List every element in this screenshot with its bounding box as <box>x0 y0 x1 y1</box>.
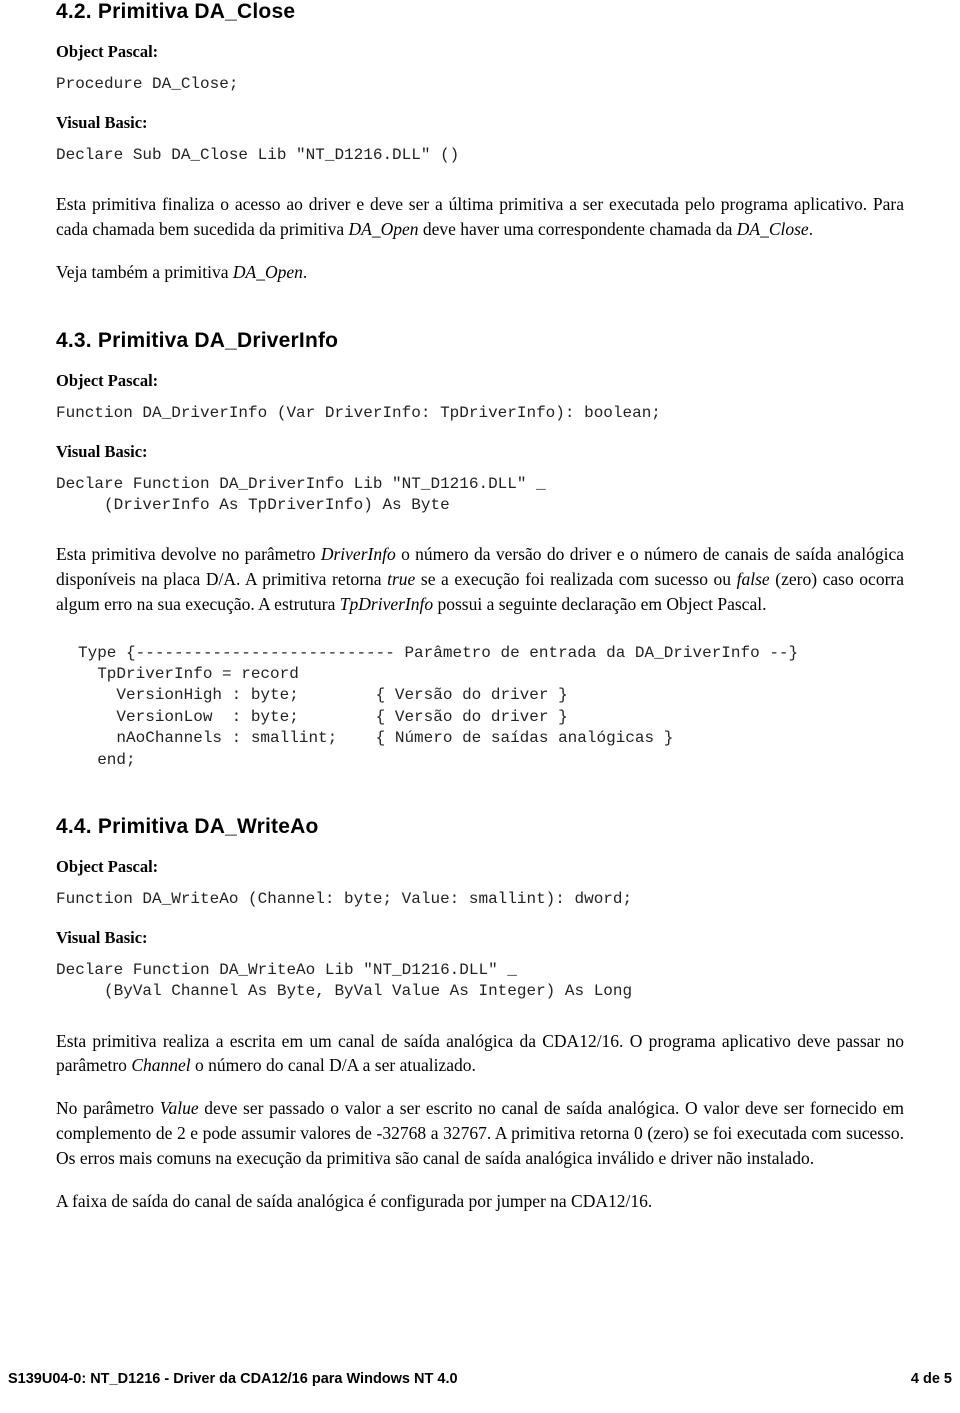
footer-page-number: 4 de 5 <box>910 1371 952 1387</box>
paragraph-4-4-1: Esta primitiva realiza a escrita em um c… <box>56 1030 904 1076</box>
object-pascal-label-4-2: Object Pascal: <box>56 42 159 61</box>
object-pascal-label-4-4: Object Pascal: <box>56 857 159 877</box>
visual-basic-code-4-2: Declare Sub DA_Close Lib "NT_D1216.DLL" … <box>56 146 460 165</box>
visual-basic-code-4-4: Declare Function DA_WriteAo Lib "NT_D121… <box>56 961 633 1001</box>
object-pascal-code-4-4: Function DA_WriteAo (Channel: byte; Valu… <box>56 890 633 909</box>
paragraph-4-4-2: No parâmetro Value deve ser passado o va… <box>56 1098 904 1168</box>
visual-basic-label-4-2: Visual Basic: <box>56 113 148 133</box>
section-heading-4-3: 4.3. Primitiva DA_DriverInfo <box>56 328 339 352</box>
object-pascal-code-4-2: Procedure DA_Close; <box>56 75 239 93</box>
object-pascal-code-4-3: Function DA_DriverInfo (Var DriverInfo: … <box>56 403 661 422</box>
section-heading-4-2: 4.2. Primitiva DA_Close <box>56 0 296 23</box>
footer-left-text: S139U04-0: NT_D1216 - Driver da CDA12/16… <box>8 1371 458 1387</box>
paragraph-4-4-3: A faixa de saída do canal de saída analó… <box>56 1190 653 1211</box>
visual-basic-label-4-4: Visual Basic: <box>56 928 148 948</box>
document-page: 4.2. Primitiva DA_Close Object Pascal: P… <box>0 0 960 1413</box>
page-footer: S139U04-0: NT_D1216 - Driver da CDA12/16… <box>0 1371 960 1387</box>
record-declaration-code: Type {--------------------------- Parâme… <box>78 643 799 769</box>
visual-basic-code-4-3: Declare Function DA_DriverInfo Lib "NT_D… <box>56 474 546 514</box>
section-heading-4-4: 4.4. Primitiva DA_WriteAo <box>56 815 319 839</box>
visual-basic-label-4-3: Visual Basic: <box>56 441 148 461</box>
paragraph-4-2-2: Veja também a primitiva DA_Open. <box>56 261 308 282</box>
paragraph-4-2-1: Esta primitiva finaliza o acesso ao driv… <box>56 194 904 240</box>
paragraph-4-3: Esta primitiva devolve no parâmetro Driv… <box>56 544 904 614</box>
object-pascal-label-4-3: Object Pascal: <box>56 370 159 390</box>
